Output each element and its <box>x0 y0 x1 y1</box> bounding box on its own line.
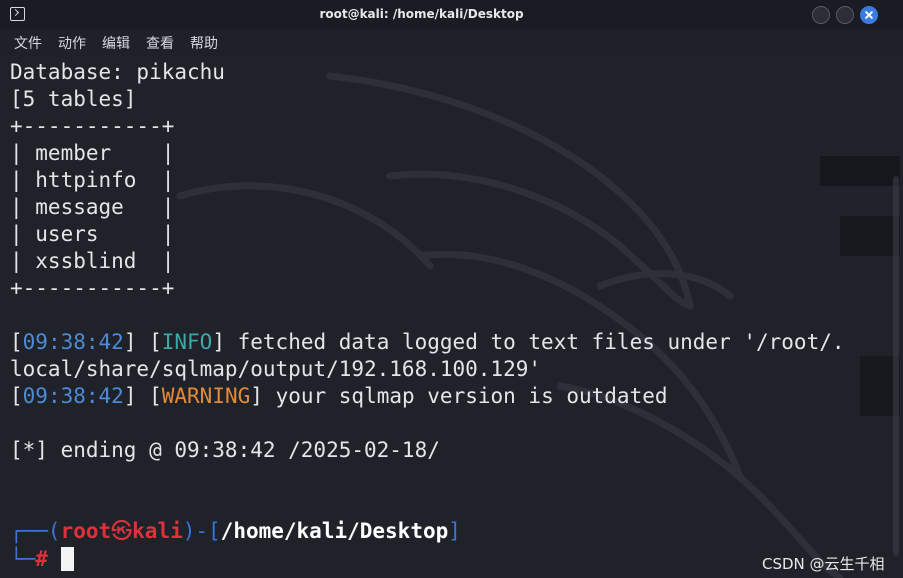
table-row: | httpinfo | <box>10 168 175 192</box>
table-row: | users | <box>10 222 175 246</box>
log-level-warning: WARNING <box>161 384 251 408</box>
menu-view[interactable]: 查看 <box>146 33 174 53</box>
scrollbar-thumb[interactable] <box>893 176 899 556</box>
maximize-button[interactable] <box>836 6 854 24</box>
menu-edit[interactable]: 编辑 <box>102 33 130 53</box>
table-row: | message | <box>10 195 175 219</box>
table-count-line: [5 tables] <box>10 87 137 111</box>
table-border-top: +-----------+ <box>10 114 175 138</box>
terminal-window: root@kali: /home/kali/Desktop 文件 动作 编辑 查… <box>0 0 903 578</box>
database-line: Database: pikachu <box>10 60 225 84</box>
ending-line: [*] ending @ 09:38:42 /2025-02-18/ <box>10 438 440 462</box>
title-bar: root@kali: /home/kali/Desktop <box>0 0 903 30</box>
log-line-warning: [09:38:42] [WARNING] your sqlmap version… <box>10 384 668 408</box>
log-line-continuation: local/share/sqlmap/output/192.168.100.12… <box>10 357 542 381</box>
table-border-bottom: +-----------+ <box>10 276 175 300</box>
scrollbar[interactable] <box>889 56 903 578</box>
prompt-user: root <box>60 519 112 543</box>
prompt-path: /home/kali/Desktop <box>220 519 449 543</box>
menu-file[interactable]: 文件 <box>14 33 42 53</box>
prompt-line: ┌──(root㉿kali)-[/home/kali/Desktop] <box>10 519 461 543</box>
menu-action[interactable]: 动作 <box>58 33 86 53</box>
kali-skull-icon: ㉿ <box>111 519 133 543</box>
timestamp: 09:38:42 <box>22 330 124 354</box>
prompt-symbol: # <box>35 547 48 571</box>
prompt-host: kali <box>132 519 183 543</box>
menu-help[interactable]: 帮助 <box>190 33 218 53</box>
menu-bar: 文件 动作 编辑 查看 帮助 <box>0 30 903 56</box>
text-cursor[interactable] <box>61 547 74 571</box>
log-level-info: INFO <box>161 330 213 354</box>
window-title: root@kali: /home/kali/Desktop <box>319 7 524 21</box>
table-row: | member | <box>10 141 175 165</box>
minimize-button[interactable] <box>812 6 830 24</box>
csdn-watermark: CSDN @云生千相 <box>762 555 885 573</box>
log-message: your sqlmap version is outdated <box>262 384 668 408</box>
table-row: | xssblind | <box>10 249 175 273</box>
close-button[interactable] <box>860 6 878 24</box>
log-message: fetched data logged to text files under … <box>224 330 845 354</box>
prompt-input-line[interactable]: └─# <box>10 546 48 573</box>
log-line-info: [09:38:42] [INFO] fetched data logged to… <box>10 330 845 354</box>
timestamp: 09:38:42 <box>22 384 124 408</box>
